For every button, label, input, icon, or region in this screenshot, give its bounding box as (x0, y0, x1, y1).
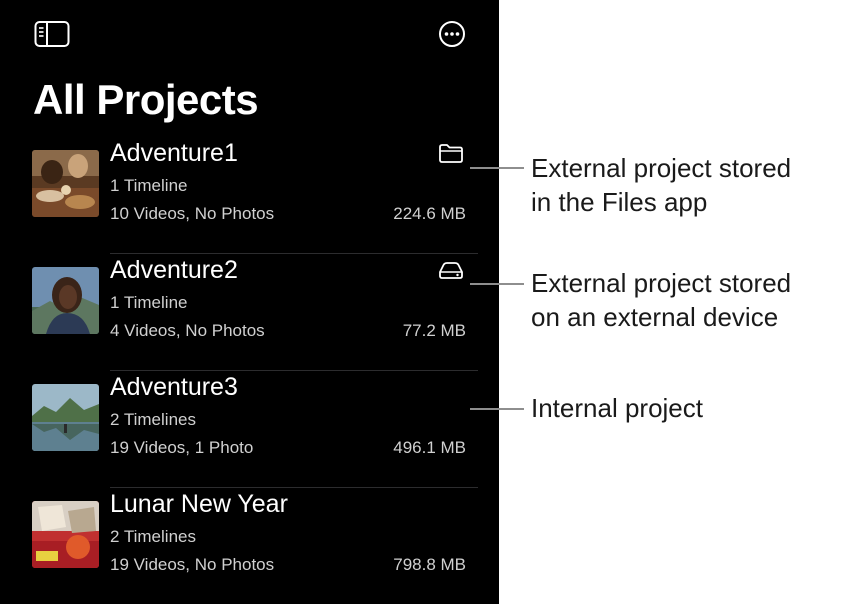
callout-line-files (470, 167, 524, 169)
project-name: Adventure3 (110, 373, 238, 401)
project-name: Lunar New Year (110, 490, 288, 518)
callout-line-external-device (470, 283, 524, 285)
page-title: All Projects (33, 76, 259, 123)
project-thumbnail (32, 150, 99, 217)
sidebar-toggle-button[interactable] (34, 20, 70, 48)
project-name: Adventure1 (110, 139, 238, 167)
callout-text-line: Internal project (531, 393, 703, 423)
project-timeline-count: 2 Timelines (110, 410, 196, 429)
project-row-adventure3[interactable]: Adventure3 2 Timelines 19 Videos, 1 Phot… (0, 371, 499, 488)
folder-icon (437, 141, 465, 165)
callout-line-internal (470, 408, 524, 410)
callout-files-app: External project stored in the Files app (531, 151, 791, 219)
project-name: Adventure2 (110, 256, 238, 284)
project-size: 77.2 MB (402, 321, 466, 340)
ellipsis-circle-icon (439, 21, 465, 47)
callout-external-device: External project stored on an external d… (531, 266, 791, 334)
project-media-summary: 4 Videos, No Photos (110, 321, 265, 340)
callout-text-line: External project stored (531, 268, 792, 298)
project-timeline-count: 1 Timeline (110, 293, 188, 312)
callout-text-line: External project stored (531, 153, 792, 183)
project-thumbnail (32, 501, 99, 568)
callout-internal-project: Internal project (531, 391, 703, 425)
external-drive-icon (437, 258, 465, 282)
project-timeline-count: 1 Timeline (110, 176, 188, 195)
callout-text-line: in the Files app (531, 187, 708, 217)
more-options-button[interactable] (438, 20, 466, 48)
projects-panel: All Projects Adventure1 1 Timeline 10 Vi… (0, 0, 499, 604)
project-size: 798.8 MB (393, 555, 466, 574)
callout-text-line: on an external device (531, 302, 779, 332)
project-media-summary: 19 Videos, 1 Photo (110, 438, 254, 457)
project-timeline-count: 2 Timelines (110, 527, 196, 546)
project-media-summary: 10 Videos, No Photos (110, 204, 275, 223)
sidebar-toggle-icon (34, 21, 70, 47)
project-thumbnail (32, 384, 99, 451)
project-row-lunar-new-year[interactable]: Lunar New Year 2 Timelines 19 Videos, No… (0, 488, 499, 604)
project-row-adventure1[interactable]: Adventure1 1 Timeline 10 Videos, No Phot… (0, 137, 499, 254)
project-row-adventure2[interactable]: Adventure2 1 Timeline 4 Videos, No Photo… (0, 254, 499, 371)
project-thumbnail (32, 267, 99, 334)
project-size: 224.6 MB (393, 204, 466, 223)
project-media-summary: 19 Videos, No Photos (110, 555, 275, 574)
project-size: 496.1 MB (393, 438, 466, 457)
